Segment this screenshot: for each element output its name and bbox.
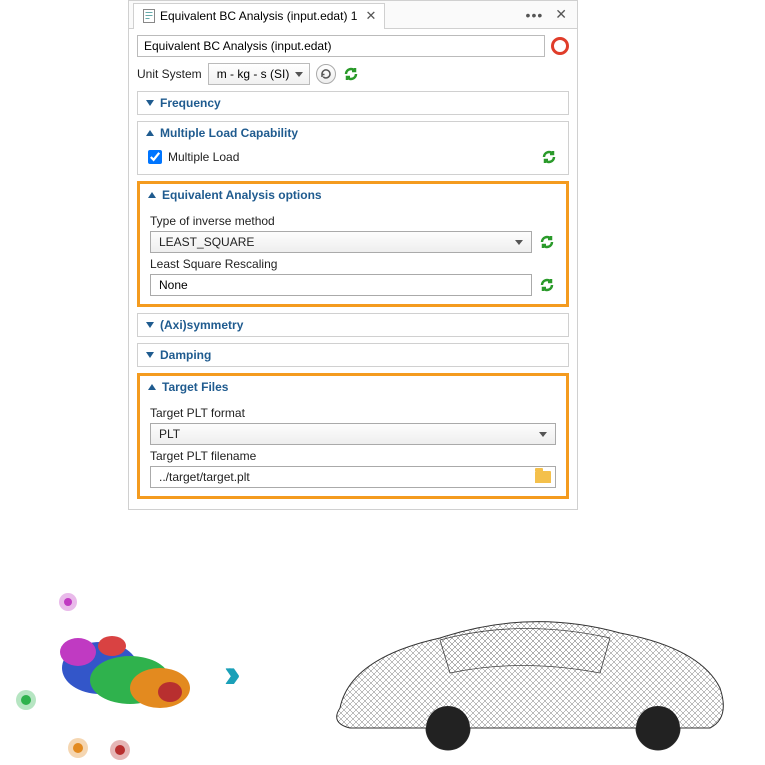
section-multiple-load: Multiple Load Capability Multiple Load [137, 121, 569, 175]
section-damping: Damping [137, 343, 569, 367]
panel-content: Unit System m - kg - s (SI) Frequency [129, 29, 577, 509]
help-icon[interactable] [551, 37, 569, 55]
section-axisymmetry: (Axi)symmetry [137, 313, 569, 337]
section-frequency-title: Frequency [160, 96, 221, 110]
rescaling-label: Least Square Rescaling [150, 257, 556, 271]
illustration-area [0, 568, 765, 760]
chevron-down-icon [295, 72, 303, 77]
section-target-files: Target Files Target PLT format PLT Targe… [137, 373, 569, 499]
target-format-select[interactable]: PLT [150, 423, 556, 445]
inverse-method-value: LEAST_SQUARE [159, 235, 254, 249]
section-damping-header[interactable]: Damping [138, 344, 568, 366]
section-equivalent-options-header[interactable]: Equivalent Analysis options [140, 184, 566, 206]
tab-title: Equivalent BC Analysis (input.edat) 1 [160, 9, 357, 23]
refresh-button[interactable] [538, 276, 556, 294]
multiple-load-checkbox[interactable] [148, 150, 162, 164]
inverse-method-select[interactable]: LEAST_SQUARE [150, 231, 532, 253]
target-format-value: PLT [159, 427, 180, 441]
section-multiple-load-title: Multiple Load Capability [160, 126, 298, 140]
section-equivalent-options: Equivalent Analysis options Type of inve… [137, 181, 569, 307]
illustration-svg [0, 568, 765, 760]
tab-close-button[interactable]: ✕ [365, 8, 376, 24]
refresh-button[interactable] [540, 148, 558, 166]
refresh-button[interactable] [342, 65, 360, 83]
section-axisymmetry-title: (Axi)symmetry [160, 318, 243, 332]
chevron-down-icon [146, 100, 154, 106]
arrow-icon: ›› [224, 652, 231, 697]
section-frequency: Frequency [137, 91, 569, 115]
inverse-method-label: Type of inverse method [150, 214, 556, 228]
unit-system-select[interactable]: m - kg - s (SI) [208, 63, 311, 85]
section-target-files-title: Target Files [162, 380, 228, 394]
target-format-label: Target PLT format [150, 406, 556, 420]
panel-close-button[interactable]: ✕ [549, 6, 573, 23]
chevron-up-icon [148, 192, 156, 198]
section-equivalent-options-title: Equivalent Analysis options [162, 188, 322, 202]
folder-icon[interactable] [535, 471, 551, 483]
unit-system-value: m - kg - s (SI) [217, 67, 290, 81]
chevron-down-icon [146, 352, 154, 358]
rescaling-input[interactable] [150, 274, 532, 296]
chevron-up-icon [148, 384, 156, 390]
section-multiple-load-header[interactable]: Multiple Load Capability [138, 122, 568, 144]
analysis-name-input[interactable] [137, 35, 545, 57]
section-damping-title: Damping [160, 348, 211, 362]
section-axisymmetry-header[interactable]: (Axi)symmetry [138, 314, 568, 336]
properties-panel: Equivalent BC Analysis (input.edat) 1 ✕ … [128, 0, 578, 510]
chevron-down-icon [146, 322, 154, 328]
target-filename-label: Target PLT filename [150, 449, 556, 463]
section-frequency-header[interactable]: Frequency [138, 92, 568, 114]
tab-equivalent-bc[interactable]: Equivalent BC Analysis (input.edat) 1 ✕ [133, 3, 385, 29]
section-target-files-header[interactable]: Target Files [140, 376, 566, 398]
chevron-down-icon [515, 240, 523, 245]
chevron-up-icon [146, 130, 154, 136]
multiple-load-label: Multiple Load [168, 150, 239, 164]
tab-bar: Equivalent BC Analysis (input.edat) 1 ✕ … [129, 1, 577, 29]
tab-menu-button[interactable]: ••• [520, 7, 550, 23]
chevron-down-icon [539, 432, 547, 437]
reset-units-button[interactable] [316, 64, 336, 84]
target-filename-input[interactable]: ../target/target.plt [150, 466, 556, 488]
document-icon [142, 9, 156, 23]
unit-system-label: Unit System [137, 67, 202, 81]
refresh-button[interactable] [538, 233, 556, 251]
target-filename-value: ../target/target.plt [159, 470, 535, 484]
